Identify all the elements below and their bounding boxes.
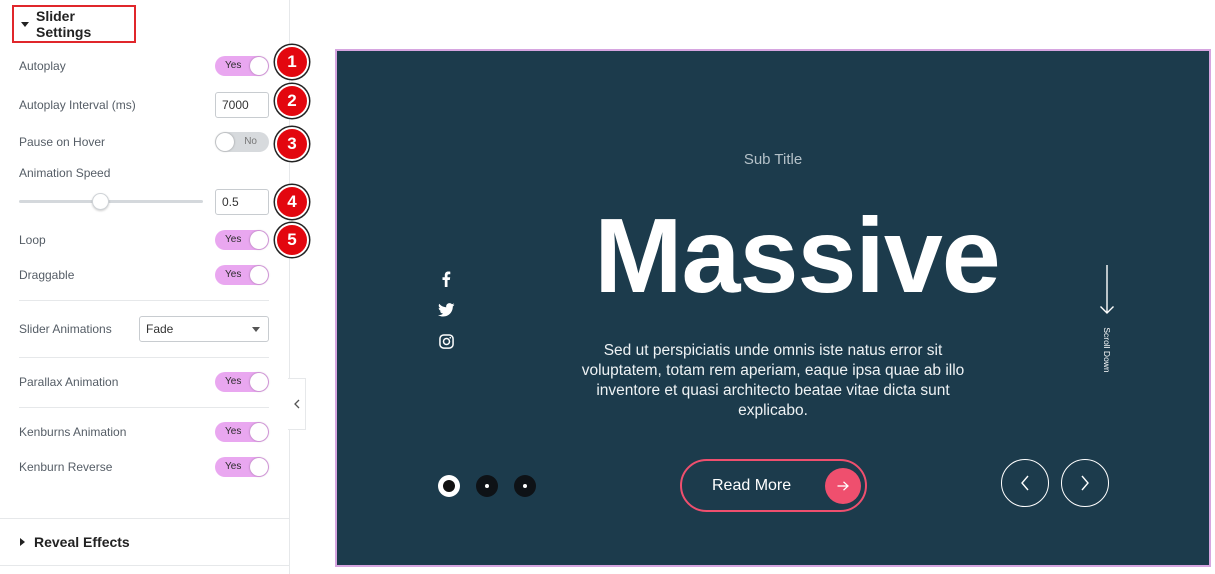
autoplay-interval-label: Autoplay Interval (ms) [19, 98, 136, 112]
callout-badge-4: 4 [275, 185, 309, 219]
parallax-animation-row: Parallax Animation Yes [19, 371, 269, 393]
callout-badge-1: 1 [275, 45, 309, 79]
slider-animations-label: Slider Animations [19, 322, 112, 336]
animation-speed-slider-track[interactable] [19, 200, 203, 203]
autoplay-interval-input[interactable]: 7000 [215, 92, 269, 118]
loop-toggle-text: Yes [225, 234, 242, 245]
prev-slide-button[interactable] [1001, 459, 1049, 507]
divider [19, 357, 269, 358]
toggle-knob [250, 458, 268, 476]
draggable-label: Draggable [19, 268, 75, 282]
loop-toggle[interactable]: Yes [215, 230, 269, 250]
autoplay-toggle-text: Yes [225, 60, 242, 71]
arrow-down-icon [1100, 265, 1114, 314]
pagination-dot-3[interactable] [514, 475, 536, 497]
pagination-dot-2[interactable] [476, 475, 498, 497]
toggle-knob [250, 231, 268, 249]
loop-row: Loop Yes [19, 229, 269, 251]
toggle-knob [250, 423, 268, 441]
autoplay-toggle[interactable]: Yes [215, 56, 269, 76]
pause-on-hover-toggle[interactable]: No [215, 132, 269, 152]
loop-label: Loop [19, 233, 46, 247]
slider-animations-select[interactable]: Fade [139, 316, 269, 342]
divider [19, 300, 269, 301]
read-more-button[interactable]: Read More [680, 459, 867, 512]
slide-headline: Massive [594, 197, 1001, 315]
arrow-right-glyph [837, 481, 849, 491]
caret-down-icon [21, 21, 29, 27]
toggle-knob [216, 133, 234, 151]
pagination-dot-1[interactable] [438, 475, 460, 497]
chevron-left-icon [293, 399, 299, 409]
toggle-knob [250, 57, 268, 75]
reveal-effects-header[interactable]: Reveal Effects [0, 518, 290, 566]
read-more-label: Read More [712, 476, 792, 494]
parallax-animation-label: Parallax Animation [19, 375, 119, 389]
autoplay-row: Autoplay Yes [19, 55, 269, 77]
slider-settings-header[interactable]: Slider Settings [12, 5, 136, 43]
animation-speed-label: Animation Speed [19, 166, 111, 180]
kenburn-reverse-label: Kenburn Reverse [19, 460, 113, 474]
facebook-icon[interactable] [436, 269, 456, 289]
slide-subtitle: Sub Title [743, 151, 803, 168]
draggable-toggle-text: Yes [225, 269, 242, 280]
slide-body-text: Sed ut perspiciatis unde omnis iste natu… [581, 342, 965, 419]
autoplay-interval-row: Autoplay Interval (ms) 7000 [19, 92, 269, 118]
kenburns-animation-toggle-text: Yes [225, 426, 242, 437]
pause-on-hover-row: Pause on Hover No [19, 131, 269, 153]
toggle-knob [250, 266, 268, 284]
twitter-icon[interactable] [436, 300, 456, 320]
toggle-knob [250, 373, 268, 391]
reveal-effects-title: Reveal Effects [34, 534, 130, 550]
instagram-icon-glyph [438, 333, 454, 349]
callout-badge-5: 5 [275, 223, 309, 257]
slider-settings-title: Slider Settings [36, 8, 92, 40]
parallax-animation-toggle[interactable]: Yes [215, 372, 269, 392]
scroll-down-label: Scroll Down [1102, 327, 1112, 373]
facebook-icon-glyph [442, 271, 451, 287]
animation-speed-slider-handle[interactable] [92, 193, 109, 210]
draggable-toggle[interactable]: Yes [215, 265, 269, 285]
pause-on-hover-label: Pause on Hover [19, 135, 106, 149]
chevron-left-icon [1021, 475, 1029, 491]
slider-animations-row: Slider Animations Fade [19, 316, 269, 342]
kenburn-reverse-row: Kenburn Reverse Yes [19, 456, 269, 478]
callout-badge-2: 2 [275, 84, 309, 118]
parallax-animation-toggle-text: Yes [225, 376, 242, 387]
callout-badge-3: 3 [275, 127, 309, 161]
kenburns-animation-row: Kenburns Animation Yes [19, 421, 269, 443]
autoplay-label: Autoplay [19, 59, 66, 73]
settings-panel: Slider Settings Autoplay Yes Autoplay In… [0, 0, 290, 574]
slider-animations-value: Fade [146, 322, 174, 336]
pause-on-hover-toggle-text: No [244, 136, 257, 147]
draggable-row: Draggable Yes [19, 264, 269, 286]
slider-preview: Sub Title Massive Sed ut perspiciatis un… [335, 49, 1211, 567]
chevron-down-icon [252, 326, 260, 332]
animation-speed-row: Animation Speed [19, 162, 269, 184]
collapse-panel-button[interactable] [288, 378, 306, 430]
editor-root: Slider Settings Autoplay Yes Autoplay In… [0, 0, 1215, 574]
animation-speed-input[interactable]: 0.5 [215, 189, 269, 215]
twitter-icon-glyph [437, 303, 455, 317]
next-slide-button[interactable] [1061, 459, 1109, 507]
instagram-icon[interactable] [436, 331, 456, 351]
divider [19, 407, 269, 408]
caret-right-icon [20, 538, 25, 546]
chevron-right-icon [1081, 475, 1089, 491]
arrow-right-icon [825, 468, 861, 504]
kenburns-animation-toggle[interactable]: Yes [215, 422, 269, 442]
kenburn-reverse-toggle[interactable]: Yes [215, 457, 269, 477]
kenburns-animation-label: Kenburns Animation [19, 425, 127, 439]
kenburn-reverse-toggle-text: Yes [225, 461, 242, 472]
